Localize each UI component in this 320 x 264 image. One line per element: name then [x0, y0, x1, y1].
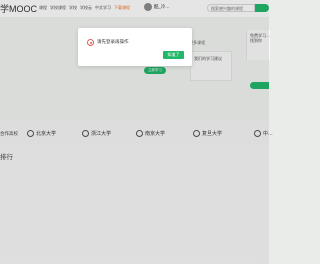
alert-dialog: 请先登录再操作	[78, 28, 192, 66]
dialog-confirm-button[interactable]: 知道了	[163, 51, 184, 59]
dialog-message: 请先登录再操作	[97, 40, 129, 45]
error-icon	[87, 39, 94, 46]
